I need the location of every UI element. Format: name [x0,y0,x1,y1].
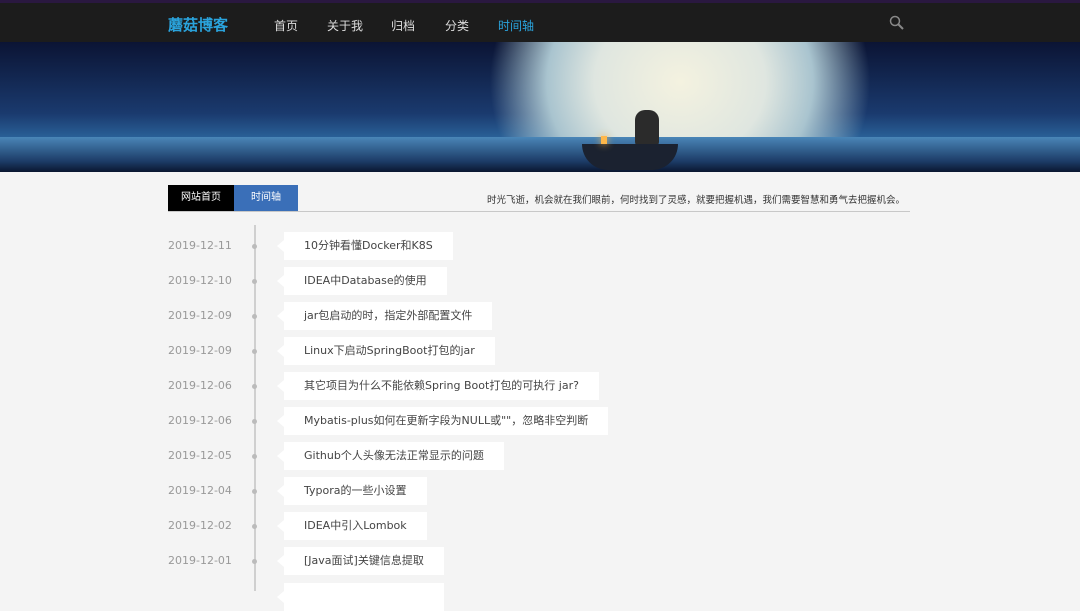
post-date: 2019-12-01 [168,554,232,567]
divider [168,211,910,212]
top-navbar: 蘑菇博客 首页 关于我 归档 分类 时间轴 [0,0,1080,42]
tab-site-home[interactable]: 网站首页 [168,185,234,211]
timeline-item: 2019-12-09 jar包启动的时，指定外部配置文件 [0,302,1080,330]
motto-text: 时光飞逝，机会就在我们眼前，何时找到了灵感，就要把握机遇，我们需要智慧和勇气去把… [486,195,905,206]
nav-timeline[interactable]: 时间轴 [498,17,534,34]
timeline-dot [252,279,257,284]
post-title-link[interactable]: 10分钟看懂Docker和K8S [277,232,453,260]
post-title-link[interactable]: Typora的一些小设置 [277,477,427,505]
tab-timeline[interactable]: 时间轴 [234,185,298,211]
timeline-dot [252,489,257,494]
post-date: 2019-12-10 [168,274,232,287]
timeline-item: 2019-12-06 其它项目为什么不能依赖Spring Boot打包的可执行 j… [0,372,1080,400]
post-date: 2019-12-09 [168,309,232,322]
post-date: 2019-12-06 [168,414,232,427]
post-date: 2019-12-05 [168,449,232,462]
post-date: 2019-12-09 [168,344,232,357]
post-date: 2019-12-06 [168,379,232,392]
post-title-link[interactable]: [Java面试]关键信息提取 [277,547,444,575]
post-card[interactable] [277,583,444,611]
site-logo[interactable]: 蘑菇博客 [168,14,228,35]
timeline-dot [252,419,257,424]
nav-about[interactable]: 关于我 [327,17,363,34]
sea [0,137,1080,172]
timeline-dot [252,559,257,564]
post-title-link[interactable]: IDEA中Database的使用 [277,267,447,295]
post-date: 2019-12-04 [168,484,232,497]
timeline-item: 2019-12-11 10分钟看懂Docker和K8S [0,232,1080,260]
timeline-item: 2019-12-05 Github个人头像无法正常显示的问题 [0,442,1080,470]
timeline-item: 2019-12-09 Linux下启动SpringBoot打包的jar [0,337,1080,365]
post-title-link[interactable]: 其它项目为什么不能依赖Spring Boot打包的可执行 jar? [277,372,599,400]
post-title-link[interactable]: Github个人头像无法正常显示的问题 [277,442,504,470]
nav-archive[interactable]: 归档 [391,17,415,34]
timeline-item: 2019-12-01 [Java面试]关键信息提取 [0,547,1080,575]
girl-figure [635,110,659,146]
timeline-dot [252,454,257,459]
timeline-dot [252,314,257,319]
post-title-link[interactable]: jar包启动的时，指定外部配置文件 [276,302,493,330]
banner-image [0,42,1080,172]
timeline-item-partial [0,583,1080,611]
boat [582,144,678,170]
post-title-link[interactable]: Mybatis-plus如何在更新字段为NULL或""，忽略非空判断 [276,407,609,435]
post-date: 2019-12-11 [168,239,232,252]
timeline-dot [252,349,257,354]
timeline-dot [252,384,257,389]
timeline-item: 2019-12-02 IDEA中引入Lombok [0,512,1080,540]
post-date: 2019-12-02 [168,519,232,532]
nav-category[interactable]: 分类 [445,17,469,34]
timeline-item: 2019-12-06 Mybatis-plus如何在更新字段为NULL或""，忽略… [0,407,1080,435]
search-icon[interactable] [889,15,905,31]
timeline-dot [252,524,257,529]
lamp [601,136,607,144]
timeline-item: 2019-12-04 Typora的一些小设置 [0,477,1080,505]
post-title-link[interactable]: Linux下启动SpringBoot打包的jar [277,337,495,365]
timeline-dot [252,244,257,249]
timeline-item: 2019-12-10 IDEA中Database的使用 [0,267,1080,295]
nav-home[interactable]: 首页 [274,17,298,34]
post-title-link[interactable]: IDEA中引入Lombok [277,512,427,540]
